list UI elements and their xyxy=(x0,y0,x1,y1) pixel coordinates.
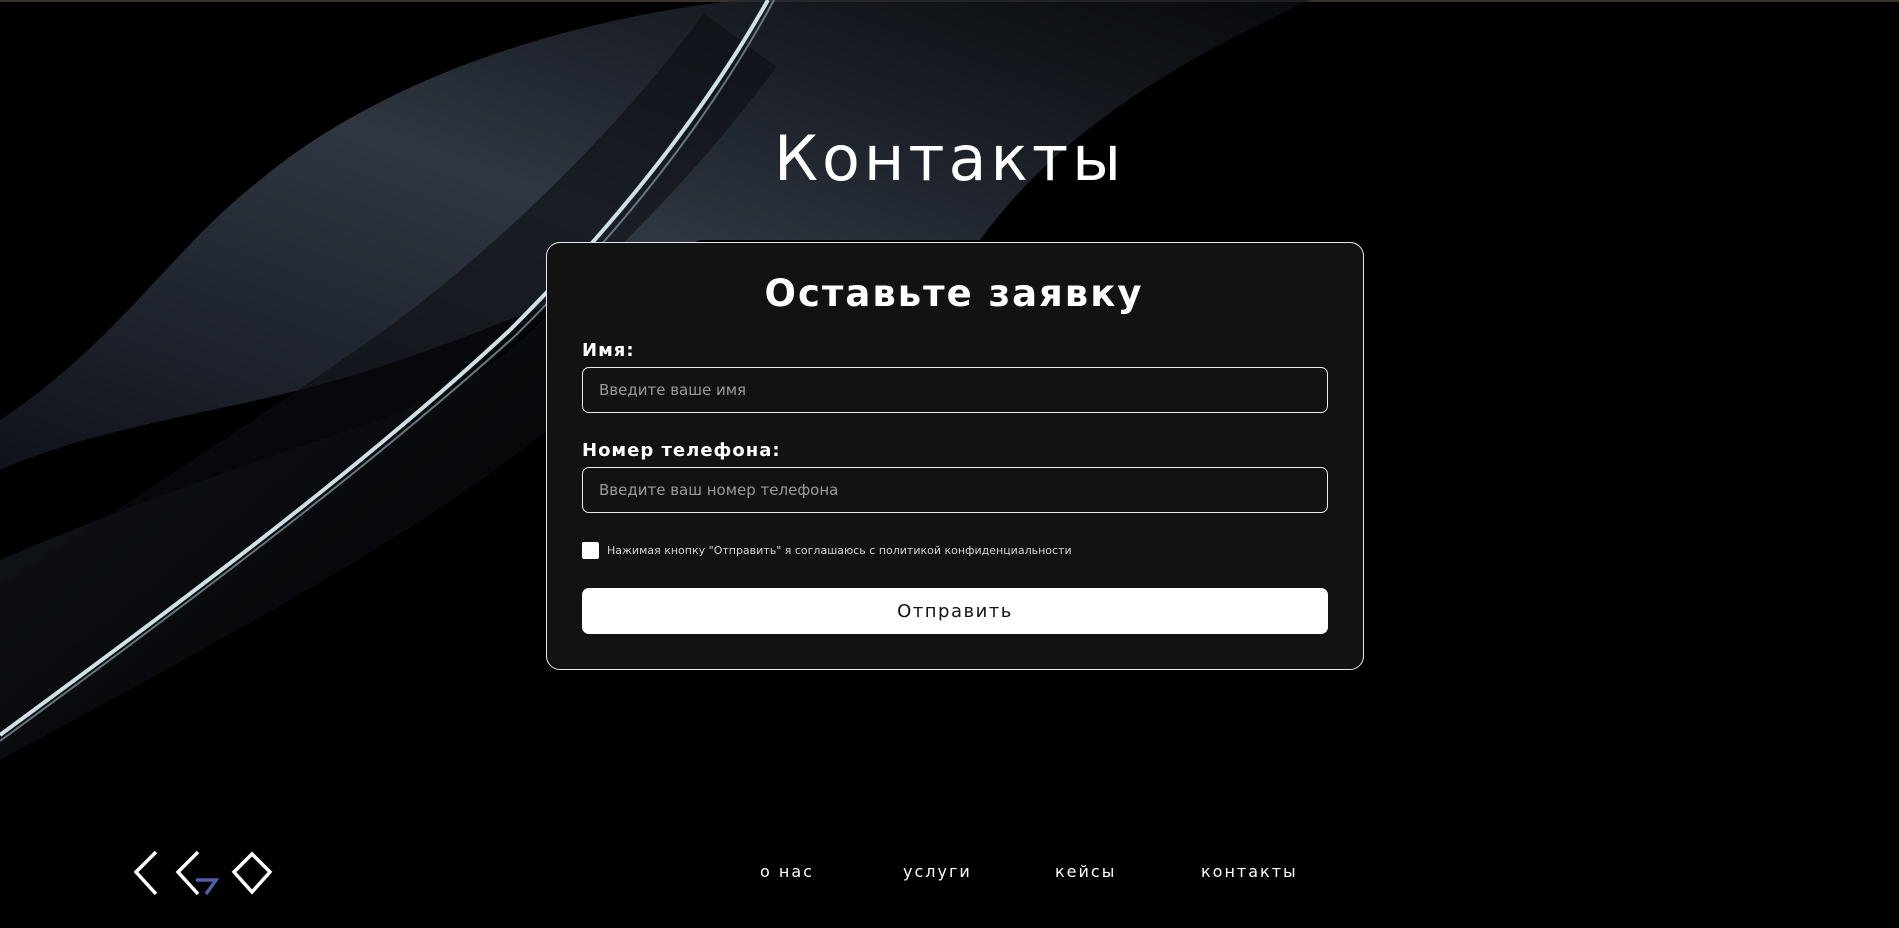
phone-input[interactable] xyxy=(582,467,1328,513)
nav-link-about[interactable]: о нас xyxy=(760,862,814,881)
contacts-page: Контакты Оставьте заявку Имя: Номер теле… xyxy=(0,0,1899,928)
form-heading: Оставьте заявку xyxy=(764,272,1144,315)
page-title: Контакты xyxy=(773,122,1126,195)
footer-nav: о нас услуги кейсы контакты xyxy=(0,862,1899,886)
submit-button[interactable]: Отправить xyxy=(582,588,1328,634)
nav-link-cases[interactable]: кейсы xyxy=(1055,862,1116,881)
nav-link-services[interactable]: услуги xyxy=(903,862,972,881)
consent-row: Нажимая кнопку "Отправить" я соглашаюсь … xyxy=(582,541,1072,560)
phone-label: Номер телефона: xyxy=(582,440,781,461)
name-label: Имя: xyxy=(582,340,635,361)
name-input[interactable] xyxy=(582,367,1328,413)
submit-button-label: Отправить xyxy=(897,600,1013,622)
nav-link-contacts[interactable]: контакты xyxy=(1201,862,1298,881)
consent-checkbox[interactable] xyxy=(582,542,599,559)
consent-text: Нажимая кнопку "Отправить" я соглашаюсь … xyxy=(607,544,1072,557)
